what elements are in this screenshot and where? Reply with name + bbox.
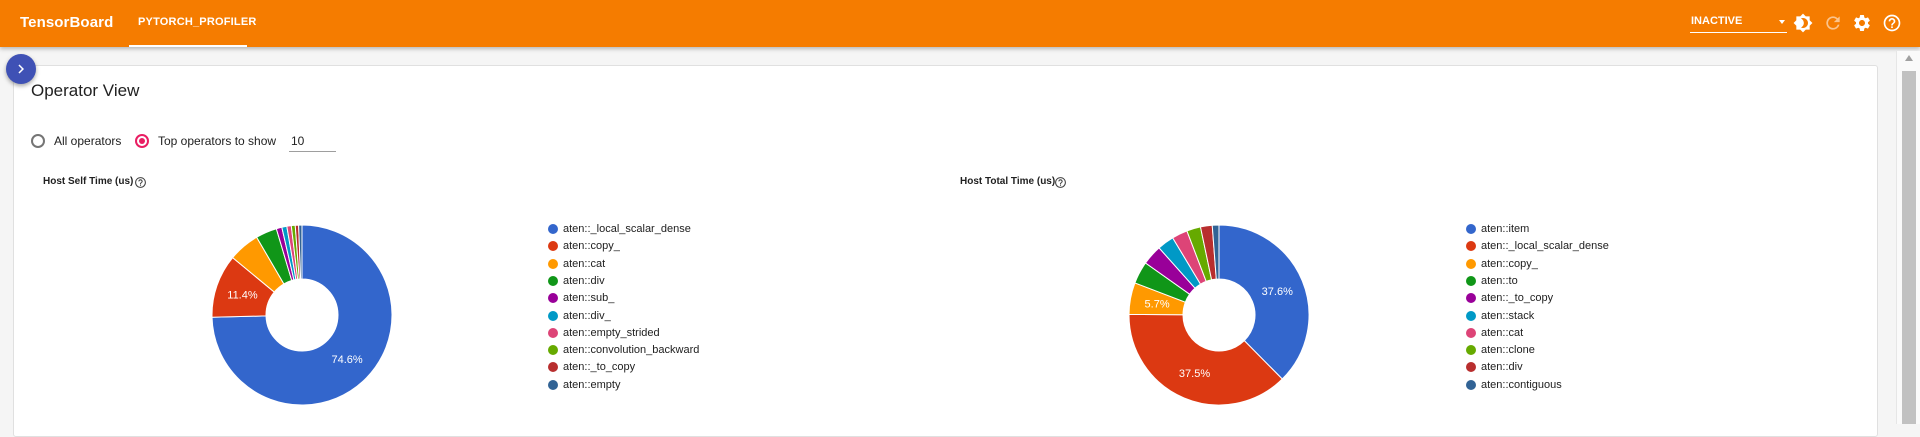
app-title: TensorBoard <box>20 14 114 31</box>
legend-label: aten::copy_ <box>563 240 620 253</box>
dropdown-label: INACTIVE <box>1691 15 1743 27</box>
top-operators-radio[interactable] <box>135 134 149 148</box>
legend-label: aten::sub_ <box>563 292 615 305</box>
legend-swatch <box>548 327 558 338</box>
legend-swatch <box>548 379 558 390</box>
legend-label: aten::_local_scalar_dense <box>563 223 691 235</box>
legend-swatch <box>1466 310 1476 321</box>
top-operators-label[interactable]: Top operators to show <box>158 134 276 148</box>
refresh-icon[interactable] <box>1823 13 1843 33</box>
legend-swatch <box>1466 258 1476 269</box>
all-operators-radio[interactable] <box>31 134 45 148</box>
chevron-right-icon <box>18 64 24 74</box>
legend-label: aten::clone <box>1481 344 1535 357</box>
legend-label: aten::div <box>563 274 605 287</box>
question-circle-icon[interactable] <box>134 176 147 189</box>
legend-swatch <box>1466 224 1476 234</box>
legend-label: aten::item <box>1481 223 1530 235</box>
legend-label: aten::contiguous <box>1481 378 1562 391</box>
legend-label: aten::div <box>1481 361 1523 374</box>
pie-slice-label: 37.5% <box>1179 368 1210 380</box>
legend-label: aten::_to_copy <box>1481 292 1554 305</box>
legend-label: aten::_local_scalar_dense <box>1481 240 1609 253</box>
page-title: Operator View <box>31 81 140 100</box>
legend-swatch <box>548 258 558 269</box>
pie-slice-label: 37.6% <box>1262 286 1293 298</box>
legend-label: aten::empty_strided <box>563 326 660 339</box>
scrollbar-thumb[interactable] <box>1902 71 1916 424</box>
legend-label: aten::convolution_backward <box>563 344 700 357</box>
legend-swatch <box>548 275 558 286</box>
chart-title-host-total-time: Host Total Time (us) <box>960 176 1056 187</box>
legend-label: aten::div_ <box>563 309 611 322</box>
legend-label: aten::copy_ <box>1481 257 1538 270</box>
tab-pytorch-profiler[interactable]: PYTORCH_PROFILER <box>129 0 256 47</box>
legend-swatch <box>548 310 558 321</box>
host-total-time-pie-chart[interactable]: 37.6% 37.5% 5.7% <box>1119 215 1319 415</box>
sidebar-toggle-button[interactable] <box>6 54 36 84</box>
top-toolbar: TensorBoard PYTORCH_PROFILER INACTIVE <box>0 0 1920 47</box>
legend-label: aten::empty <box>563 378 621 391</box>
legend-swatch <box>1466 327 1476 338</box>
active-tab-indicator <box>129 45 247 47</box>
legend-label: aten::stack <box>1481 309 1535 322</box>
legend-label: aten::cat <box>1481 326 1524 339</box>
legend-label: aten::to <box>1481 274 1518 287</box>
legend-swatch <box>548 224 558 234</box>
inactive-plugins-dropdown[interactable]: INACTIVE <box>1690 14 1787 33</box>
legend-label: aten::_to_copy <box>563 361 636 374</box>
pie-slice-label: 74.6% <box>332 354 363 366</box>
theme-toggle-icon[interactable] <box>1793 13 1813 33</box>
pie-slice-label: 5.7% <box>1145 298 1170 310</box>
scroll-up-arrow-icon[interactable] <box>1905 55 1913 61</box>
settings-icon[interactable] <box>1852 13 1872 33</box>
host-self-time-pie-chart[interactable]: 74.6% 11.4% <box>202 215 402 415</box>
chart-title-host-self-time: Host Self Time (us) <box>43 176 134 187</box>
help-icon[interactable] <box>1882 13 1902 33</box>
all-operators-label[interactable]: All operators <box>54 134 121 148</box>
legend-label: aten::cat <box>563 257 606 270</box>
legend-swatch <box>1466 379 1476 390</box>
page-scrollbar[interactable] <box>1896 51 1920 424</box>
caret-down-icon <box>1779 20 1785 24</box>
pie-slice-label: 11.4% <box>227 289 258 301</box>
question-circle-icon[interactable] <box>1054 176 1067 189</box>
tab-label: PYTORCH_PROFILER <box>138 16 257 28</box>
top-n-input[interactable] <box>289 131 336 152</box>
legend-swatch <box>1466 275 1476 286</box>
